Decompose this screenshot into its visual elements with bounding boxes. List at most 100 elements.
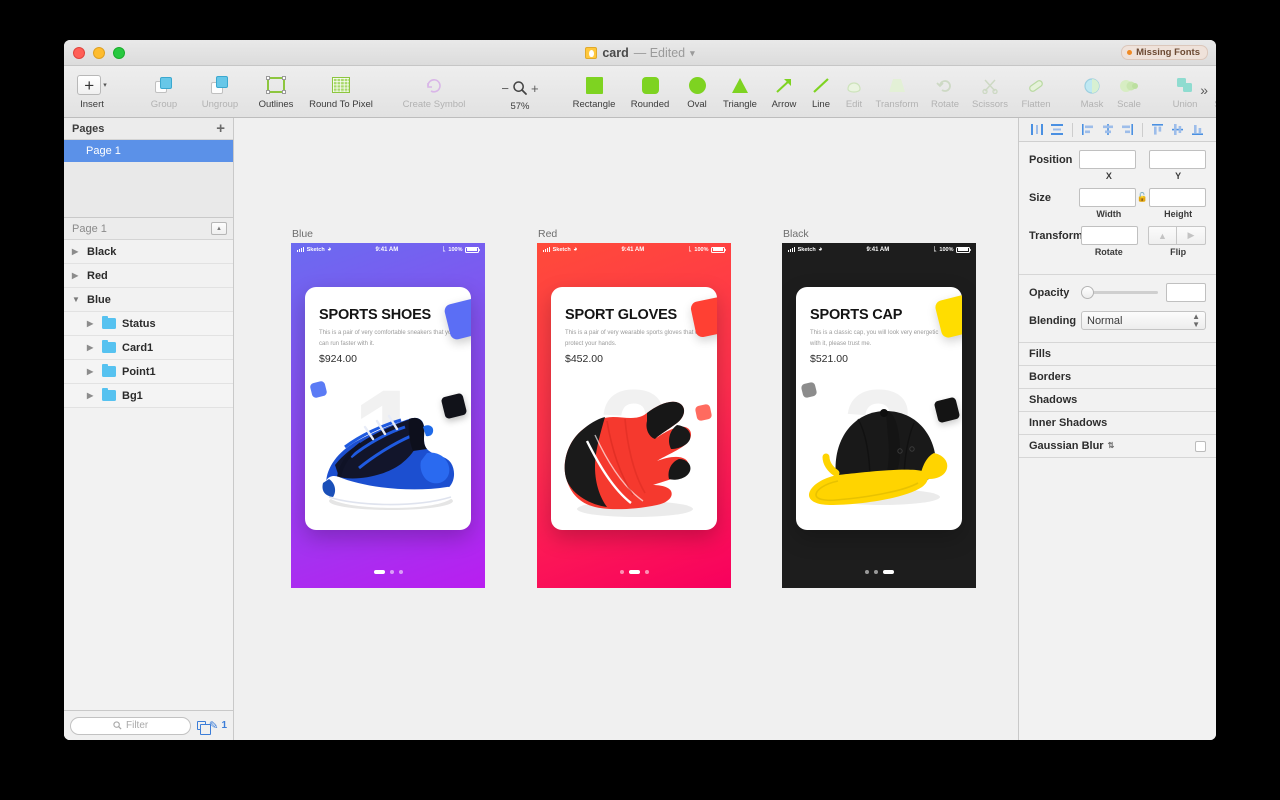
artboard-name-blue[interactable]: Blue: [291, 228, 485, 240]
align-bottom-icon[interactable]: [1188, 121, 1208, 139]
blending-select[interactable]: Normal ▲ ▼: [1081, 311, 1206, 330]
toolbar-rounded-button[interactable]: Rounded: [622, 70, 678, 116]
filter-input[interactable]: Filter: [70, 716, 192, 735]
chevron-right-icon[interactable]: ▶: [87, 343, 96, 352]
toolbar-arrow-button[interactable]: Arrow: [764, 70, 804, 116]
pagination-dot-3[interactable]: [644, 569, 649, 574]
toolbar-scissors-button[interactable]: Scissors: [966, 70, 1014, 116]
pagination-dots[interactable]: [291, 569, 485, 574]
geometry-section: Position X Y Size 🔓 Width Height Transfo…: [1019, 142, 1216, 275]
pagination-dots[interactable]: [537, 569, 731, 574]
product-card-red[interactable]: 2 SPORT GLOVES This is a pair of very we…: [551, 287, 717, 530]
toolbar-oval-button[interactable]: Oval: [678, 70, 716, 116]
layer-row-status[interactable]: ▶ Status: [64, 312, 233, 336]
chevron-right-icon[interactable]: ▶: [87, 367, 96, 376]
artboard-blue[interactable]: Sketch ◕ 9:41 AM ᚳ 100% 1 SPORTS SHOES: [291, 243, 485, 588]
toolbar-triangle-button[interactable]: Triangle: [716, 70, 764, 116]
section-inner-shadows[interactable]: Inner Shadows: [1019, 412, 1216, 435]
zoom-out-icon[interactable]: −: [501, 81, 509, 96]
lock-icon[interactable]: 🔓: [1136, 192, 1149, 203]
height-input[interactable]: [1149, 188, 1206, 207]
flip-horizontal-icon[interactable]: ▶: [1177, 226, 1206, 245]
pagination-dot-2[interactable]: [628, 569, 640, 574]
pen-icon[interactable]: ✎: [209, 719, 219, 733]
document-title[interactable]: card — Edited ▾: [64, 40, 1216, 66]
artboard-black[interactable]: Sketch ◕ 9:41 AM ᚳ 100% 3 SPORTS CAP: [782, 243, 976, 588]
opacity-input[interactable]: [1166, 283, 1206, 302]
align-left-icon[interactable]: [1078, 121, 1098, 139]
stepper-icon[interactable]: ▲ ▼: [1192, 312, 1200, 329]
duplicate-icon[interactable]: [197, 721, 212, 735]
layer-row-point1[interactable]: ▶ Point1: [64, 360, 233, 384]
toolbar-round-to-pixel-button[interactable]: Round To Pixel: [304, 70, 378, 116]
section-gaussian-blur[interactable]: Gaussian Blur ⇅: [1019, 435, 1216, 458]
pagination-dot-1[interactable]: [373, 569, 385, 574]
gaussian-blur-checkbox[interactable]: [1195, 440, 1206, 452]
canvas[interactable]: Blue Sketch ◕ 9:41 AM ᚳ 100% SPORTS SHOE…: [234, 118, 1018, 740]
pagination-dot-2[interactable]: [873, 569, 878, 574]
toolbar-group-button[interactable]: Group: [136, 70, 192, 116]
align-center-icon[interactable]: [1098, 121, 1118, 139]
flip-vertical-icon[interactable]: ▲: [1148, 226, 1177, 245]
blur-type-stepper-icon[interactable]: ⇅: [1108, 442, 1115, 450]
zoom-in-icon[interactable]: +: [531, 81, 539, 96]
collapse-all-button[interactable]: ▲: [211, 222, 227, 235]
distribute-vertically-icon[interactable]: [1047, 121, 1067, 139]
layer-row-bg1[interactable]: ▶ Bg1: [64, 384, 233, 408]
align-top-icon[interactable]: [1148, 121, 1168, 139]
align-middle-icon[interactable]: [1168, 121, 1188, 139]
rotate-input[interactable]: [1081, 226, 1138, 245]
pagination-dot-3[interactable]: [882, 569, 894, 574]
artboard-red[interactable]: Sketch ◕ 9:41 AM ᚳ 100% 2 SPORT GLOVES: [537, 243, 731, 588]
layer-row-card1[interactable]: ▶ Card1: [64, 336, 233, 360]
page-item-page-1[interactable]: Page 1: [64, 140, 233, 162]
layer-row-black[interactable]: ▶ Black: [64, 240, 233, 264]
opacity-slider-knob[interactable]: [1081, 286, 1094, 299]
arrow-icon: [775, 74, 793, 96]
toolbar-rotate-button[interactable]: Rotate: [924, 70, 966, 116]
toolbar-flatten-button[interactable]: Flatten: [1014, 70, 1058, 116]
toolbar-line-button[interactable]: Line: [804, 70, 838, 116]
chevron-right-icon[interactable]: ▶: [87, 319, 96, 328]
pagination-dot-2[interactable]: [389, 569, 394, 574]
distribute-horizontally-icon[interactable]: [1027, 121, 1047, 139]
layer-row-blue[interactable]: ▼ Blue: [64, 288, 233, 312]
opacity-slider[interactable]: [1081, 286, 1158, 299]
toolbar-mask-button[interactable]: Mask: [1074, 70, 1110, 116]
position-y-input[interactable]: [1149, 150, 1206, 169]
magnifier-icon[interactable]: [512, 80, 528, 96]
section-borders[interactable]: Borders: [1019, 366, 1216, 389]
chevron-down-icon[interactable]: ▼: [72, 295, 81, 304]
chevron-down-icon[interactable]: ▾: [690, 48, 695, 59]
pagination-dot-3[interactable]: [398, 569, 403, 574]
pagination-dot-1[interactable]: [619, 569, 624, 574]
chevron-right-icon[interactable]: ▶: [87, 391, 96, 400]
toolbar-scale-button[interactable]: Scale: [1110, 70, 1148, 116]
toolbar-transform-button[interactable]: Transform: [870, 70, 924, 116]
layer-count-group[interactable]: ✎ 1: [197, 719, 227, 735]
chevron-right-icon[interactable]: ▶: [72, 271, 81, 280]
position-x-input[interactable]: [1078, 150, 1136, 169]
toolbar-edit-button[interactable]: Edit: [838, 70, 870, 116]
toolbar-ungroup-button[interactable]: Ungroup: [192, 70, 248, 116]
product-card-black[interactable]: 3 SPORTS CAP This is a classic cap, you …: [796, 287, 962, 530]
toolbar-create-symbol-button[interactable]: Create Symbol: [394, 70, 474, 116]
add-page-button[interactable]: +: [216, 121, 225, 136]
toolbar-outlines-button[interactable]: Outlines: [248, 70, 304, 116]
width-input[interactable]: [1078, 188, 1136, 207]
product-card-blue[interactable]: 1 SPORTS SHOES This is a pair of very co…: [305, 287, 471, 530]
toolbar-zoom-control[interactable]: − + 57%: [490, 70, 550, 116]
layer-row-red[interactable]: ▶ Red: [64, 264, 233, 288]
section-fills[interactable]: Fills: [1019, 343, 1216, 366]
section-shadows[interactable]: Shadows: [1019, 389, 1216, 412]
toolbar-rectangle-button[interactable]: Rectangle: [566, 70, 622, 116]
toolbar-overflow-button[interactable]: »: [1200, 82, 1208, 98]
chevron-right-icon[interactable]: ▶: [72, 247, 81, 256]
missing-fonts-badge[interactable]: Missing Fonts: [1121, 45, 1208, 60]
align-right-icon[interactable]: [1118, 121, 1138, 139]
artboard-name-red[interactable]: Red: [537, 228, 731, 240]
pagination-dots[interactable]: [782, 569, 976, 574]
toolbar-insert-button[interactable]: + ▾ Insert: [64, 70, 120, 116]
artboard-name-black[interactable]: Black: [782, 228, 976, 240]
pagination-dot-1[interactable]: [864, 569, 869, 574]
